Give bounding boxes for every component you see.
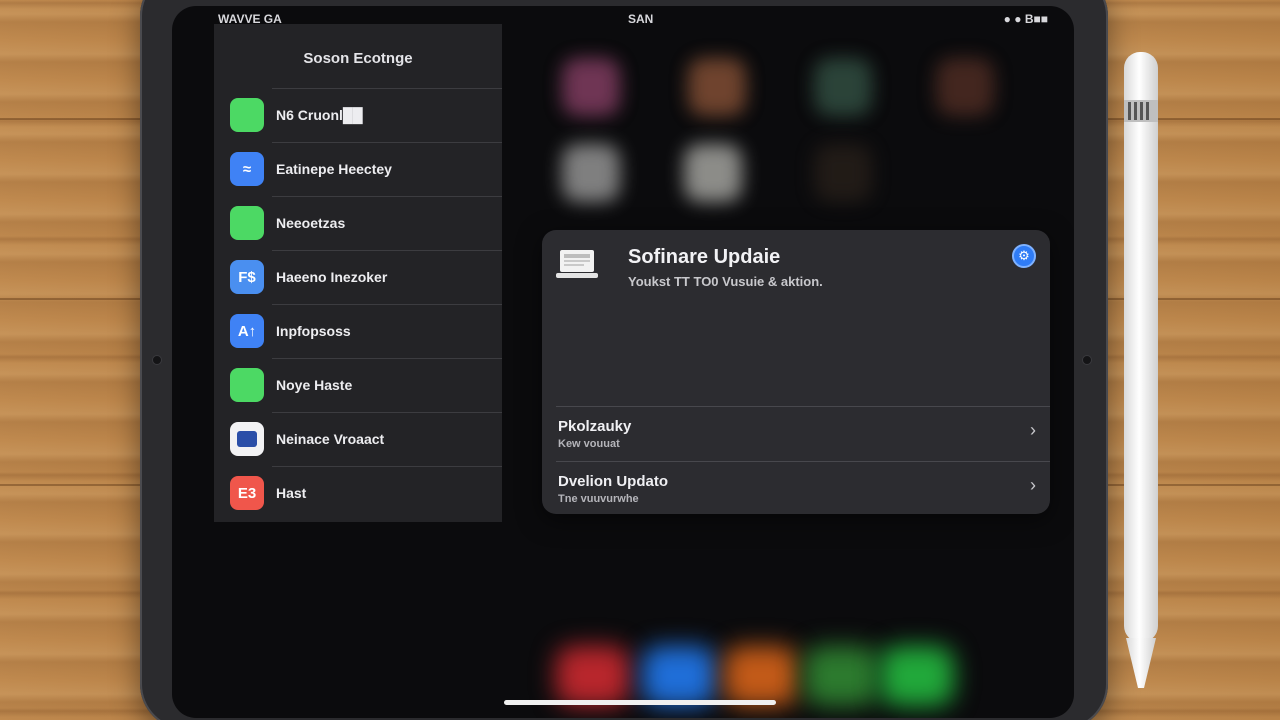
blurred-app-icon	[814, 144, 872, 202]
sidebar-item-label: Inpfopsoss	[276, 323, 351, 339]
green-app-icon	[230, 206, 264, 240]
sidebar-item-4[interactable]: F$ Haeeno Inezoker	[214, 250, 502, 304]
sidebar-item-1[interactable]: N6 Cruonl██	[214, 88, 502, 142]
sidebar-item-label: Neeoetzas	[276, 215, 346, 231]
blurred-app-icon	[814, 58, 872, 116]
row-title: Dvelion Updato	[558, 473, 669, 490]
blurred-dock-icon	[880, 646, 954, 706]
row-subtitle: Kew vouuat	[558, 438, 620, 450]
sidebar-item-7[interactable]: Neinace Vroaact	[214, 412, 502, 466]
row-title: Pkolzauky	[558, 418, 632, 435]
red-app-icon: E3	[230, 476, 264, 510]
stylus-pencil	[1124, 52, 1158, 688]
status-time: SAN	[628, 12, 654, 26]
sidebar-item-label: Hast	[276, 485, 307, 501]
blurred-app-icon	[936, 58, 994, 116]
blue-app-store-icon: A↑	[230, 314, 264, 348]
panel-row-2[interactable]: Dvelion Updato Tne vuuvurwhe ›	[542, 461, 1050, 515]
row-subtitle: Tne vuuvurwhe	[558, 493, 639, 505]
info-gear-icon[interactable]: ⚙	[1012, 244, 1036, 268]
blurred-app-icon	[562, 144, 620, 202]
sidebar-item-3[interactable]: Neeoetzas	[214, 196, 502, 250]
bezel-sensor	[1082, 355, 1092, 365]
sidebar-item-2[interactable]: ≈ Eatinepe Heectey	[214, 142, 502, 196]
sidebar-title: Soson Ecotnge	[303, 50, 413, 67]
green-app-icon	[230, 368, 264, 402]
blurred-dock-icon	[804, 646, 878, 706]
panel-title: Sofinare Updaie	[628, 246, 781, 268]
settings-sidebar: Soson Ecotnge N6 Cruonl██ ≈ Eatinepe Hee…	[214, 24, 502, 522]
sidebar-item-6[interactable]: Noye Haste	[214, 358, 502, 412]
chevron-right-icon: ›	[1030, 475, 1036, 495]
sidebar-list: N6 Cruonl██ ≈ Eatinepe Heectey Neeoetzas…	[214, 88, 502, 520]
status-battery: ● ● B■■	[1003, 12, 1048, 26]
bezel-sensor	[152, 355, 162, 365]
home-indicator[interactable]	[504, 700, 776, 705]
panel-row-1[interactable]: Pkolzauky Kew vouuat ›	[542, 406, 1050, 460]
panel-subtitle: Youkst TT TO0 Vusuie & aktion.	[628, 274, 823, 289]
tablet-screen: WAVVE GA SAN ● ● B■■ Soson Ecotnge N6 Cr…	[172, 6, 1074, 718]
green-app-icon	[230, 98, 264, 132]
white-square-icon	[230, 422, 264, 456]
sidebar-item-label: Noye Haste	[276, 377, 353, 393]
blue-accessibility-icon: ≈	[230, 152, 264, 186]
blue-tile-icon: F$	[230, 260, 264, 294]
sidebar-item-5[interactable]: A↑ Inpfopsoss	[214, 304, 502, 358]
blurred-app-icon	[562, 58, 620, 116]
software-update-panel: Sofinare Updaie Youkst TT TO0 Vusuie & a…	[542, 230, 1050, 514]
laptop-icon	[556, 250, 598, 278]
blurred-dock-icon	[642, 646, 716, 706]
sidebar-item-8[interactable]: E3 Hast	[214, 466, 502, 520]
blurred-app-icon	[684, 144, 742, 202]
sidebar-item-label: Eatinepe Heectey	[276, 161, 392, 177]
sidebar-item-label: N6 Cruonl██	[276, 107, 363, 123]
sidebar-item-label: Haeeno Inezoker	[276, 269, 388, 285]
screen-icon	[237, 431, 257, 447]
chevron-right-icon: ›	[1030, 420, 1036, 440]
blurred-dock-icon	[724, 646, 798, 706]
sidebar-item-label: Neinace Vroaact	[276, 431, 385, 447]
blurred-app-icon	[688, 58, 746, 116]
blurred-dock-icon	[556, 646, 630, 706]
